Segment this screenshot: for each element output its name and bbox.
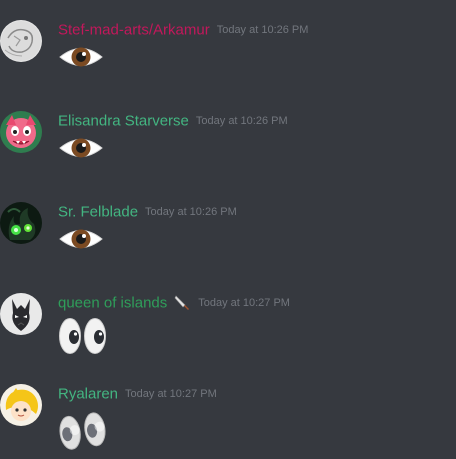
message: Stef-mad-arts/Arkamur Today at 10:26 PM: [0, 20, 456, 92]
avatar[interactable]: [0, 111, 42, 153]
eye-emoji-icon: [59, 229, 103, 249]
avatar[interactable]: [0, 202, 42, 244]
message-header: Ryalaren Today at 10:27 PM: [58, 385, 217, 403]
yellow-character-avatar-icon: [0, 384, 42, 426]
eyes-emoji-icon: [59, 318, 106, 354]
username[interactable]: Ryalaren: [58, 385, 118, 402]
pink-character-avatar-icon: [0, 111, 42, 153]
message-header: Sr. Felblade Today at 10:26 PM: [58, 203, 237, 221]
message-header: queen of islands Today at 10:27 PM: [58, 294, 290, 312]
eye-emoji-icon: [59, 138, 103, 158]
message-header: Elisandra Starverse Today at 10:26 PM: [58, 112, 288, 130]
username[interactable]: Stef-mad-arts/Arkamur: [58, 21, 210, 38]
username[interactable]: Elisandra Starverse: [58, 112, 189, 129]
message-content: [58, 43, 104, 91]
message-content: [58, 134, 104, 182]
message-content: [58, 225, 104, 273]
avatar[interactable]: [0, 384, 42, 426]
message-content: [58, 411, 108, 459]
timestamp: Today at 10:26 PM: [195, 114, 288, 127]
message: Elisandra Starverse Today at 10:26 PM: [0, 111, 456, 183]
eyes-emoji-icon: [59, 412, 106, 450]
message: Ryalaren Today at 10:27 PM: [0, 384, 456, 456]
message-header: Stef-mad-arts/Arkamur Today at 10:26 PM: [58, 21, 308, 39]
username[interactable]: Sr. Felblade: [58, 203, 138, 220]
avatar[interactable]: [0, 293, 42, 335]
knife-icon: [174, 295, 190, 310]
sketch-avatar-icon: [0, 20, 42, 62]
dark-dragon-avatar-icon: [0, 293, 42, 335]
avatar[interactable]: [0, 20, 42, 62]
timestamp: Today at 10:27 PM: [198, 297, 290, 309]
timestamp: Today at 10:26 PM: [145, 205, 237, 218]
message: queen of islands Today at 10:27 PM: [0, 293, 456, 365]
message-content: [58, 316, 108, 364]
timestamp: Today at 10:26 PM: [216, 23, 309, 36]
chat-messages: Stef-mad-arts/Arkamur Today at 10:26 PM: [0, 0, 456, 459]
eye-emoji-icon: [59, 47, 103, 67]
username[interactable]: queen of islands: [58, 295, 167, 312]
timestamp: Today at 10:27 PM: [125, 387, 217, 400]
green-flame-avatar-icon: [0, 202, 42, 244]
message: Sr. Felblade Today at 10:26 PM: [0, 202, 456, 274]
